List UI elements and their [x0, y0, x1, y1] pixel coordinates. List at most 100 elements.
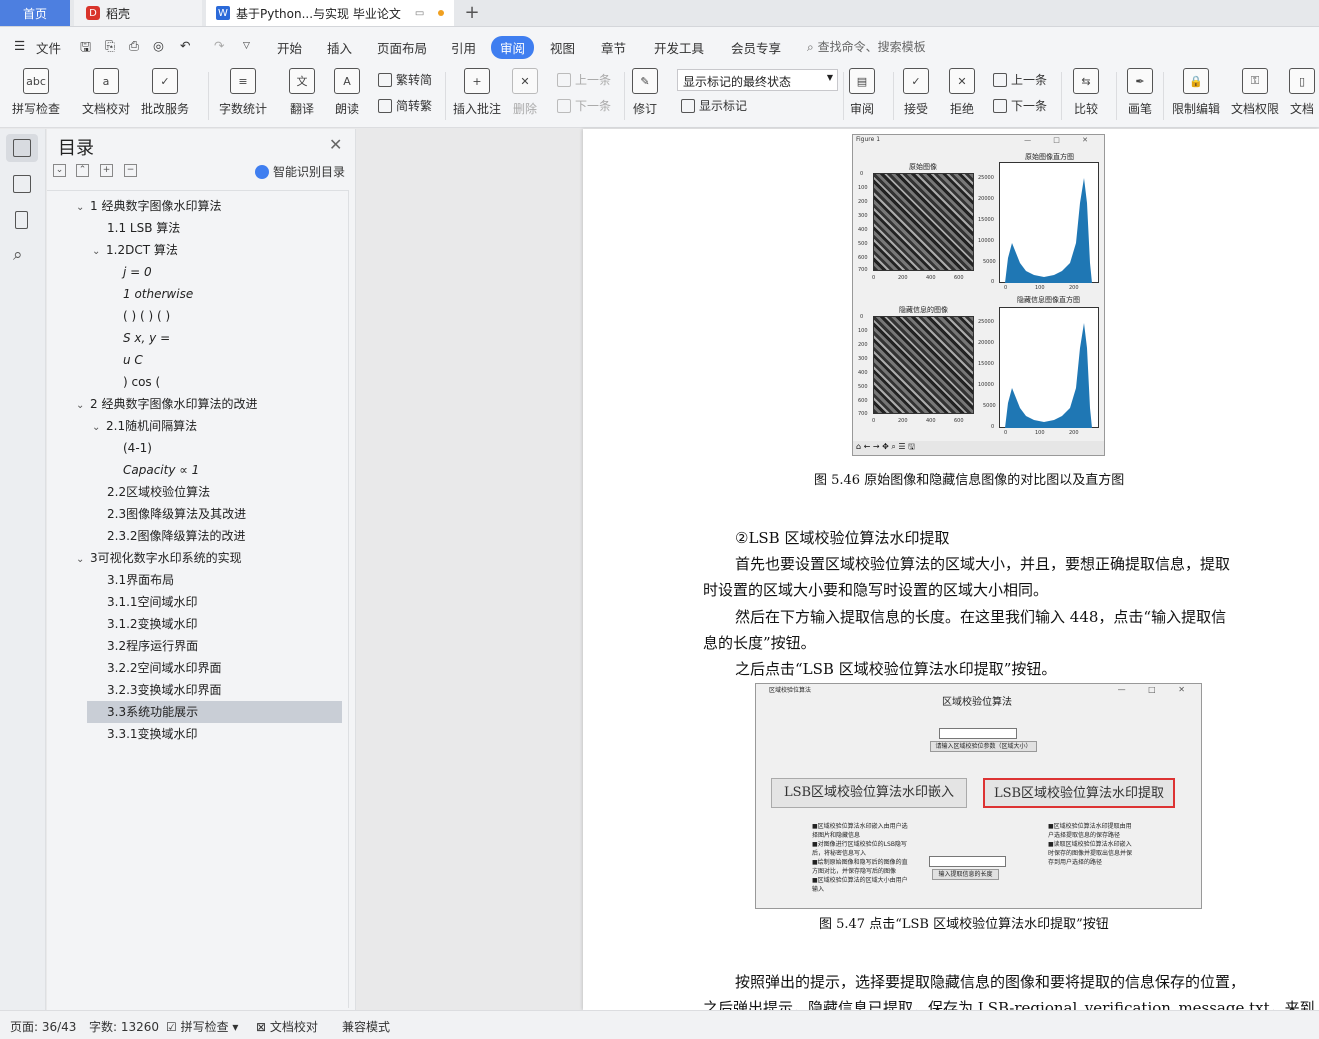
- toc-item[interactable]: 2.3.2图像降级算法的改进: [107, 525, 246, 547]
- markup-state-select[interactable]: 显示标记的最终状态 ▼: [677, 69, 838, 91]
- compare-button[interactable]: ⇆ 比较: [1073, 68, 1099, 117]
- toc-item[interactable]: 2.2区域校验位算法: [107, 481, 210, 503]
- toc-item-selected[interactable]: 3.3系统功能展示: [87, 701, 342, 723]
- hamburger-icon[interactable]: ☰: [14, 38, 25, 53]
- ai-icon: [255, 164, 269, 179]
- doc-proof-button[interactable]: a 文档校对: [82, 68, 130, 117]
- chevron-down-icon[interactable]: ▽: [243, 41, 250, 51]
- insert-comment-button[interactable]: + 插入批注: [453, 68, 501, 117]
- menu-file[interactable]: 文件: [36, 38, 61, 57]
- doc-proof-status[interactable]: ⊠ 文档校对: [256, 1018, 318, 1035]
- accept-button[interactable]: ✓ 接受: [903, 68, 929, 117]
- toc-item[interactable]: ( ) ( ) ( ): [123, 305, 170, 327]
- caret-down-icon[interactable]: ⌄: [76, 197, 90, 219]
- toc-item[interactable]: ⌄ 2 经典数字图像水印算法的改进: [76, 393, 257, 415]
- menu-chapter[interactable]: 章节: [601, 38, 626, 57]
- spell-check-button[interactable]: abc 拼写检查: [12, 68, 60, 117]
- save-icon[interactable]: 🖫: [80, 38, 91, 60]
- bookmark-icon[interactable]: [15, 211, 28, 229]
- remove-heading-icon[interactable]: −: [124, 164, 137, 177]
- next-change-button[interactable]: 下一条: [993, 97, 1047, 114]
- toc-item[interactable]: Capacity ∝ 1: [123, 459, 199, 481]
- prev-comment-button[interactable]: 上一条: [557, 71, 611, 88]
- command-search[interactable]: ⌕ 查找命令、搜索模板: [807, 38, 926, 55]
- toc-item[interactable]: 3.1.1空间域水印: [107, 591, 198, 613]
- toc-item[interactable]: u C: [123, 349, 143, 371]
- menu-devtools[interactable]: 开发工具: [654, 38, 704, 57]
- toc-item[interactable]: 2.3图像降级算法及其改进: [107, 503, 246, 525]
- toc-item[interactable]: S x, y =: [123, 327, 170, 349]
- menu-start[interactable]: 开始: [277, 38, 302, 57]
- toc-item[interactable]: j = 0: [123, 261, 152, 283]
- read-aloud-button[interactable]: A 朗读: [334, 68, 360, 117]
- toc-item[interactable]: 3.3.1变换域水印: [107, 723, 198, 745]
- prev-change-button[interactable]: 上一条: [993, 71, 1047, 88]
- toc-item[interactable]: ⌄ 1 经典数字图像水印算法: [76, 195, 221, 217]
- doc-more-button[interactable]: ▯ 文档: [1289, 68, 1315, 117]
- menu-reference[interactable]: 引用: [451, 38, 476, 57]
- toc-item[interactable]: (4-1): [123, 437, 152, 459]
- undo-icon[interactable]: ↶: [180, 38, 190, 53]
- toc-item[interactable]: ⌄ 3可视化数字水印系统的实现: [76, 547, 242, 569]
- collapse-all-icon[interactable]: ⌄: [53, 164, 66, 177]
- toc-item[interactable]: ) cos (: [123, 371, 160, 393]
- doc-permission-button[interactable]: ⚿ 文档权限: [1231, 68, 1279, 117]
- restrict-edit-label: 限制编辑: [1172, 102, 1221, 116]
- menu-layout[interactable]: 页面布局: [377, 38, 427, 57]
- toc-item[interactable]: 3.2程序运行界面: [107, 635, 198, 657]
- menu-view[interactable]: 视图: [550, 38, 575, 57]
- toc-item[interactable]: 1.1 LSB 算法: [107, 217, 180, 239]
- review-pane-button[interactable]: ▤ 审阅: [849, 68, 875, 117]
- reject-button[interactable]: ✕ 拒绝: [949, 68, 975, 117]
- ribbon-divider: [893, 72, 894, 120]
- print-icon[interactable]: ⎙: [129, 38, 139, 54]
- toc-item[interactable]: 1 otherwise: [123, 283, 193, 305]
- preview-icon[interactable]: ◎: [153, 38, 164, 53]
- tab-document[interactable]: W 基于Python...与实现 毕业论文 ▭: [206, 0, 454, 26]
- toc-item[interactable]: ⌄ 1.2DCT 算法: [92, 239, 178, 261]
- caret-down-icon[interactable]: ⌄: [76, 549, 90, 571]
- simp-to-trad-button[interactable]: 简转繁: [378, 97, 432, 114]
- navigation-icon[interactable]: [13, 175, 31, 193]
- page-indicator[interactable]: 页面: 36/43: [10, 1018, 76, 1035]
- show-markup-button[interactable]: 显示标记: [681, 97, 747, 114]
- delete-comment-button[interactable]: ✕ 删除: [512, 68, 538, 117]
- word-count[interactable]: 字数: 13260: [89, 1018, 159, 1035]
- new-tab-icon[interactable]: +: [462, 2, 482, 23]
- extract-notes: ■区域校验位算法水印提取由用户选择提取信息的保存路径 ■读取区域校验位算法水印嵌…: [1048, 823, 1133, 866]
- toc-item[interactable]: 3.1界面布局: [107, 569, 174, 591]
- caret-down-icon[interactable]: ⌄: [92, 417, 106, 439]
- body-paragraph: 按照弹出的提示，选择要提取隐藏信息的图像和要将提取的信息保存的位置，: [735, 973, 1246, 991]
- menu-review[interactable]: 审阅: [491, 36, 535, 59]
- search-icon[interactable]: ⌕: [13, 245, 23, 265]
- translate-button[interactable]: 文翻译: [289, 68, 315, 117]
- spell-check-status[interactable]: ☑ 拼写检查 ▾: [166, 1018, 238, 1035]
- redo-icon[interactable]: ↷: [214, 38, 224, 53]
- word-count-button[interactable]: ≡ 字数统计: [219, 68, 267, 117]
- approve-service-button[interactable]: ✓ 批改服务: [141, 68, 189, 117]
- expand-up-icon[interactable]: ⌃: [76, 164, 89, 177]
- toc-item[interactable]: 3.2.2空间域水印界面: [107, 657, 222, 679]
- tab-home[interactable]: 首页: [0, 0, 70, 26]
- export-icon[interactable]: ⎘: [105, 38, 115, 54]
- menu-member[interactable]: 会员专享: [731, 38, 781, 57]
- caret-down-icon[interactable]: ⌄: [76, 395, 90, 417]
- restrict-edit-button[interactable]: 🔒 限制编辑: [1172, 68, 1220, 117]
- close-icon[interactable]: ✕: [329, 135, 342, 154]
- menu-insert[interactable]: 插入: [327, 38, 352, 57]
- caret-down-icon[interactable]: ⌄: [92, 241, 106, 263]
- toc-item[interactable]: 3.1.2变换域水印: [107, 613, 198, 635]
- smart-toc-button[interactable]: 智能识别目录: [255, 163, 345, 180]
- toc-item[interactable]: 3.2.3变换域水印界面: [107, 679, 222, 701]
- revise-label: 修订: [632, 102, 657, 116]
- tab-daoke[interactable]: D 稻壳: [74, 0, 202, 26]
- next-comment-button[interactable]: 下一条: [557, 97, 611, 114]
- toc-item[interactable]: ⌄ 2.1随机间隔算法: [92, 415, 197, 437]
- trad-to-simp-button[interactable]: 繁转简: [378, 71, 432, 88]
- figure-histogram-window: Figure 1 — □ ✕ 原始图像 原始图像直方图 隐藏信息的图像 隐藏信息…: [852, 134, 1105, 456]
- add-heading-icon[interactable]: +: [100, 164, 113, 177]
- monitor-icon[interactable]: ▭: [415, 8, 424, 19]
- pen-button[interactable]: ✒ 画笔: [1127, 68, 1153, 117]
- revise-button[interactable]: ✎ 修订: [632, 68, 658, 117]
- toc-icon[interactable]: [13, 139, 31, 157]
